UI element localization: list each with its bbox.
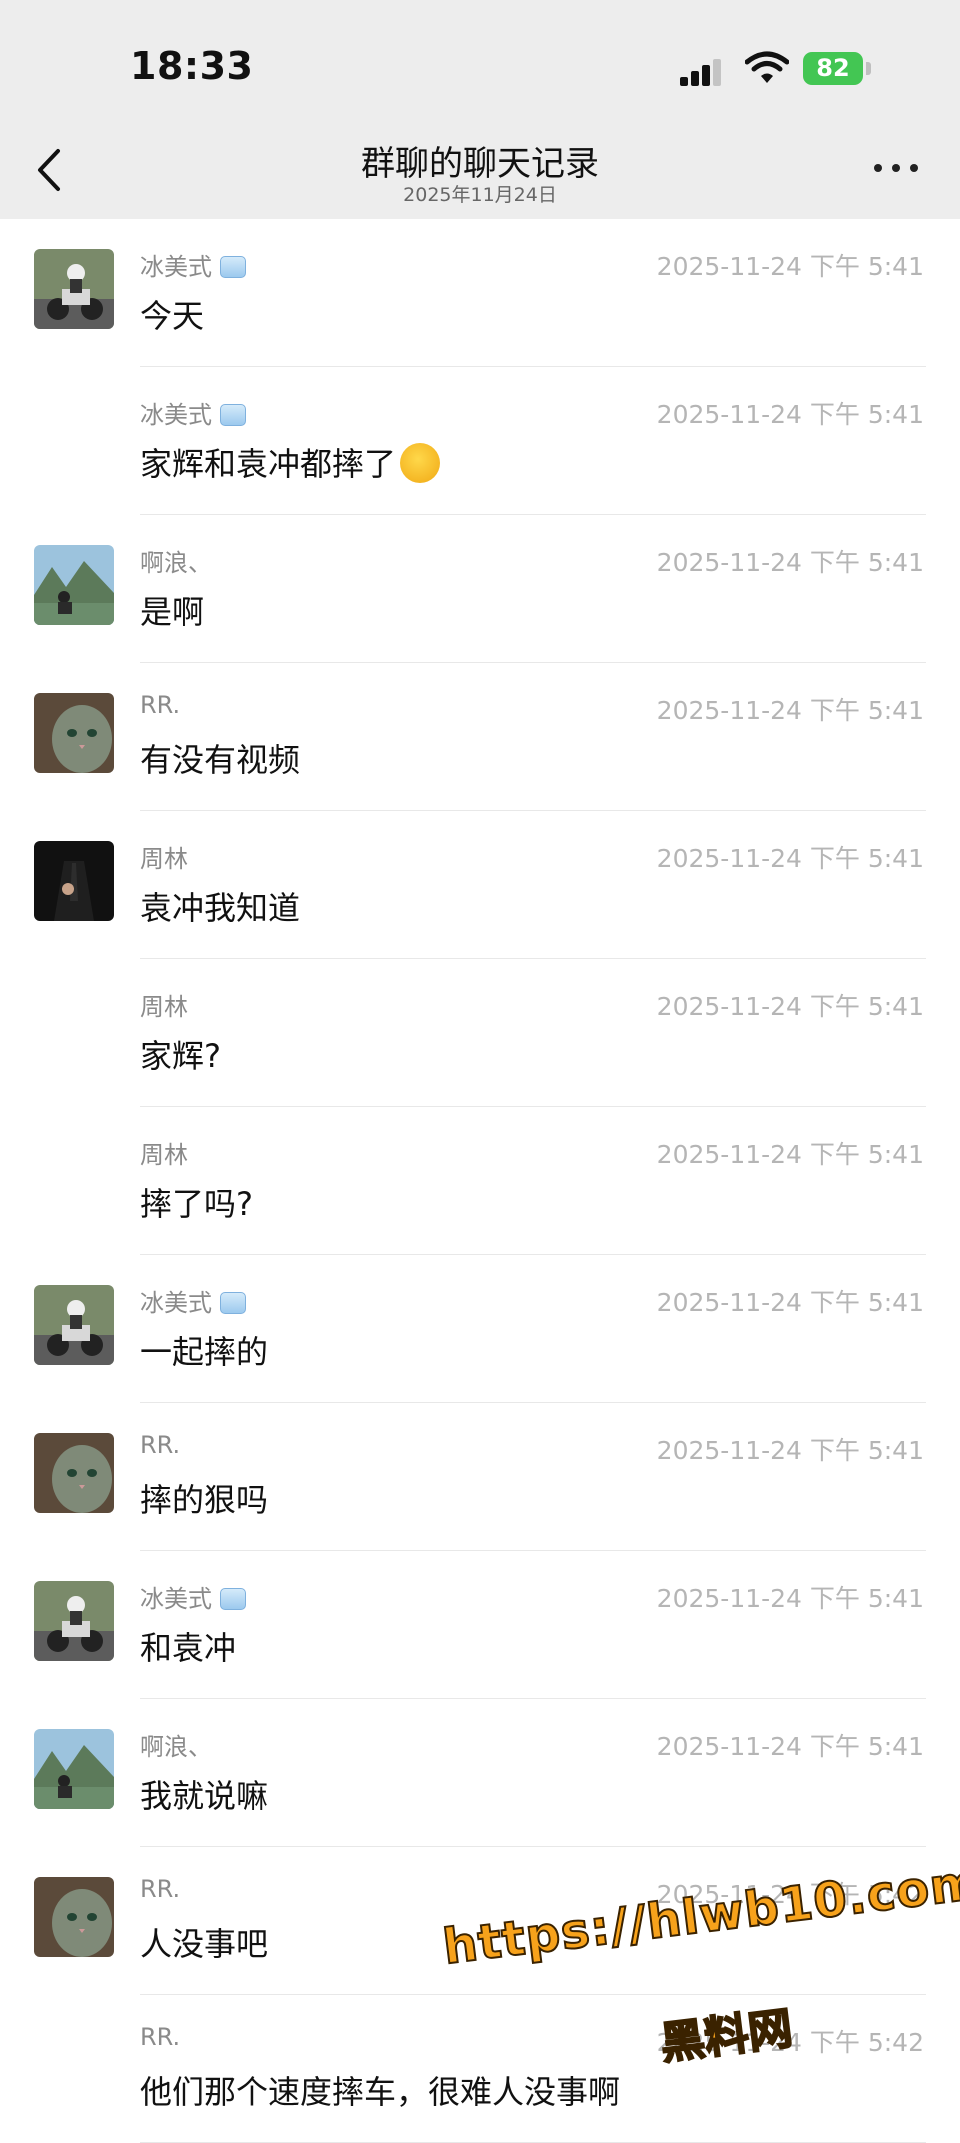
message-time: 2025-11-24 下午 5:41 (656, 1436, 924, 1465)
sender-name: 啊浪、 (140, 1733, 212, 1761)
message-time: 2025-11-24 下午 5:41 (656, 1140, 924, 1169)
signal-icon (680, 56, 721, 86)
sender-name: 冰美式 (140, 1579, 246, 1614)
message-text: 和袁冲 (140, 1629, 237, 1667)
chat-message[interactable]: 冰美式 2025-11-24 下午 5:41 和袁冲 (0, 1551, 960, 1699)
message-text: 他们那个速度摔车，很难人没事啊 (140, 2073, 621, 2111)
message-text: 摔的狠吗 (140, 1481, 269, 1519)
ice-badge-icon (220, 1588, 246, 1610)
avatar[interactable] (34, 1877, 114, 1957)
message-text: 有没有视频 (140, 741, 301, 779)
page-title: 群聊的聊天记录 (361, 144, 599, 184)
chat-message[interactable]: 冰美式 2025-11-24 下午 5:41 家辉和袁冲都摔了 (0, 367, 960, 515)
message-time: 2025-11-24 下午 5:41 (656, 400, 924, 429)
avatar[interactable] (34, 693, 114, 773)
sender-name: 周林 (140, 993, 188, 1021)
message-time: 2025-11-24 下午 5:41 (656, 992, 924, 1021)
message-text: 人没事吧 (140, 1925, 269, 1963)
sender-name: 周林 (140, 1141, 188, 1169)
message-time: 2025-11-24 下午 5:41 (656, 1584, 924, 1613)
chat-message[interactable]: 啊浪、 2025-11-24 下午 5:41 是啊 (0, 515, 960, 663)
status-time: 18:33 (130, 44, 254, 88)
sender-name: 周林 (140, 845, 188, 873)
message-time: 2025-11-24 下午 5:41 (656, 1732, 924, 1761)
chat-message[interactable]: 周林 2025-11-24 下午 5:41 摔了吗? (0, 1107, 960, 1255)
avatar[interactable] (34, 249, 114, 329)
page-subtitle: 2025年11月24日 (403, 184, 557, 206)
avatar[interactable] (34, 1581, 114, 1661)
message-text: 袁冲我知道 (140, 889, 301, 927)
battery-icon: 82 (803, 52, 863, 85)
message-text: 摔了吗? (140, 1185, 253, 1223)
crying-laughing-emoji-icon (400, 443, 441, 483)
message-text: 家辉和袁冲都摔了 (140, 439, 441, 485)
wifi-icon (745, 51, 789, 83)
top-bar: 18:33 82 群聊的聊天记录 2025年11月24日 (0, 0, 960, 219)
message-time: 2025-11-24 下午 5:41 (656, 1288, 924, 1317)
ice-badge-icon (220, 1292, 246, 1314)
sender-name: RR. (140, 1875, 181, 1903)
message-time: 2025-11-24 下午 5:41 (656, 252, 924, 281)
ice-badge-icon (220, 256, 246, 278)
battery-level: 82 (816, 54, 850, 82)
avatar[interactable] (34, 1729, 114, 1809)
sender-name: 冰美式 (140, 395, 246, 430)
message-time: 2025-11-24 下午 5:41 (656, 696, 924, 725)
more-icon[interactable] (874, 162, 922, 176)
message-time: 2025-11-24 下午 5:41 (656, 548, 924, 577)
sender-name: RR. (140, 2023, 181, 2051)
chat-message[interactable]: 周林 2025-11-24 下午 5:41 家辉? (0, 959, 960, 1107)
avatar[interactable] (34, 1285, 114, 1365)
chat-message[interactable]: RR. 2025-11-24 下午 5:41 摔的狠吗 (0, 1403, 960, 1551)
avatar[interactable] (34, 1433, 114, 1513)
avatar[interactable] (34, 841, 114, 921)
sender-name: RR. (140, 691, 181, 719)
sender-name: 啊浪、 (140, 549, 212, 577)
chat-message[interactable]: 冰美式 2025-11-24 下午 5:41 一起摔的 (0, 1255, 960, 1403)
message-text: 一起摔的 (140, 1333, 269, 1371)
message-text: 我就说嘛 (140, 1777, 269, 1815)
chat-message[interactable]: 啊浪、 2025-11-24 下午 5:41 我就说嘛 (0, 1699, 960, 1847)
chat-message[interactable]: 冰美式 2025-11-24 下午 5:41 今天 (0, 219, 960, 367)
message-text: 是啊 (140, 593, 205, 631)
ice-badge-icon (220, 404, 246, 426)
chat-message[interactable]: RR. 2025-11-24 下午 5:42 他们那个速度摔车，很难人没事啊 (0, 1995, 960, 2143)
message-text: 今天 (140, 297, 205, 335)
battery-tip (866, 62, 871, 75)
sender-name: 冰美式 (140, 1283, 246, 1318)
avatar[interactable] (34, 545, 114, 625)
chat-message[interactable]: 周林 2025-11-24 下午 5:41 袁冲我知道 (0, 811, 960, 959)
sender-name: 冰美式 (140, 247, 246, 282)
sender-name: RR. (140, 1431, 181, 1459)
message-time: 2025-11-24 下午 5:41 (656, 844, 924, 873)
chat-message[interactable]: RR. 2025-11-24 下午 5:41 有没有视频 (0, 663, 960, 811)
message-text: 家辉? (140, 1037, 221, 1075)
